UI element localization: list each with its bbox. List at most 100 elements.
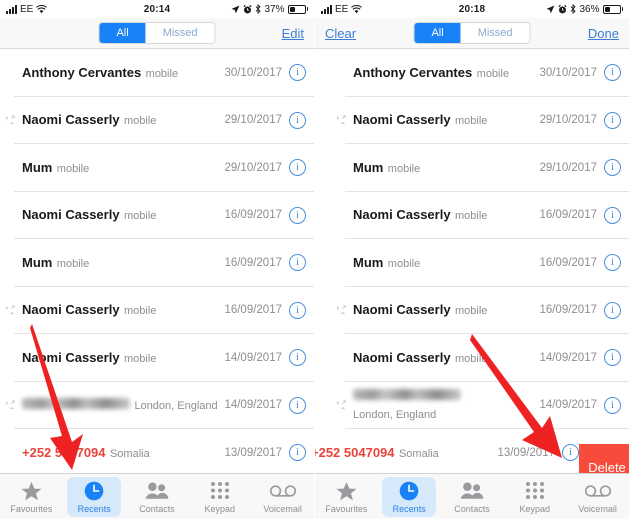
table-row[interactable]: +252 5047094 Somalia 13/09/2017 i <box>0 429 314 477</box>
table-row[interactable]: Naomi Casserly mobile 14/09/2017 i <box>315 334 629 382</box>
star-icon <box>21 480 42 502</box>
info-icon[interactable]: i <box>604 396 621 414</box>
contact-name: Naomi Casserly <box>353 112 451 128</box>
contact-name: +252 5047094 <box>315 444 395 460</box>
table-row[interactable]: London, England 14/09/2017 i <box>0 381 314 429</box>
info-icon[interactable]: i <box>604 254 621 272</box>
info-icon[interactable]: i <box>604 111 621 129</box>
info-icon[interactable]: i <box>289 301 306 319</box>
call-date: 16/09/2017 <box>539 209 597 222</box>
row-texts: Mum mobile <box>18 254 224 272</box>
contact-label: mobile <box>387 257 421 270</box>
table-row[interactable]: Mum mobile 29/10/2017 i <box>0 144 314 192</box>
info-icon[interactable]: i <box>604 206 621 224</box>
call-date: 30/10/2017 <box>224 66 282 79</box>
table-row[interactable]: Anthony Cervantes mobile 30/10/2017 i <box>315 49 629 97</box>
segment-all[interactable]: All <box>99 23 146 43</box>
tab-recents[interactable]: Recents <box>63 474 126 519</box>
recents-list: Anthony Cervantes mobile 30/10/2017 i Na… <box>0 49 314 477</box>
segment-missed[interactable]: Missed <box>145 23 215 43</box>
outgoing-call-icon <box>333 305 349 315</box>
call-filter-segmented-control[interactable]: All Missed <box>413 22 531 44</box>
table-row[interactable]: Naomi Casserly mobile 16/09/2017 i <box>315 191 629 239</box>
table-row[interactable]: Naomi Casserly mobile 16/09/2017 i <box>0 286 314 334</box>
table-row[interactable]: Anthony Cervantes mobile 30/10/2017 i <box>0 49 314 97</box>
tab-contacts[interactable]: Contacts <box>441 474 504 519</box>
call-date: 14/09/2017 <box>539 351 597 364</box>
call-date: 14/09/2017 <box>539 399 597 412</box>
tab-contacts[interactable]: Contacts <box>126 474 189 519</box>
info-icon[interactable]: i <box>289 254 306 272</box>
contact-name: Naomi Casserly <box>353 349 451 365</box>
keypad-icon <box>210 480 230 502</box>
battery-icon <box>602 4 623 14</box>
voicemail-icon <box>584 480 611 502</box>
contact-label: mobile <box>455 352 488 365</box>
info-icon[interactable]: i <box>289 444 306 462</box>
info-icon[interactable]: i <box>604 64 621 82</box>
table-row[interactable]: Mum mobile 16/09/2017 i <box>0 239 314 287</box>
row-texts: Naomi Casserly mobile <box>349 206 539 224</box>
row-texts: Naomi Casserly mobile <box>18 111 224 129</box>
edit-button[interactable]: Edit <box>282 26 304 41</box>
info-icon[interactable]: i <box>289 159 306 177</box>
tab-keypad[interactable]: Keypad <box>188 474 251 519</box>
tab-voicemail[interactable]: Voicemail <box>566 474 629 519</box>
row-texts: +252 5047094 Somalia <box>315 444 497 462</box>
clear-button[interactable]: Clear <box>325 26 356 41</box>
tab-bar: Favourites Recents Contacts Keypad Voice… <box>0 473 314 519</box>
tab-keypad[interactable]: Keypad <box>503 474 566 519</box>
call-date: 16/09/2017 <box>224 209 282 222</box>
tab-favourites[interactable]: Favourites <box>0 474 63 519</box>
info-icon[interactable]: i <box>604 159 621 177</box>
row-texts: Naomi Casserly mobile <box>349 301 539 319</box>
status-bar-right: 37% <box>231 4 308 15</box>
info-icon[interactable]: i <box>289 64 306 82</box>
row-content: +252 5047094 Somalia 13/09/2017 i Delete <box>315 443 629 492</box>
table-row[interactable]: Naomi Casserly mobile 29/10/2017 i <box>315 96 629 144</box>
tab-label: Recents <box>77 503 111 514</box>
location-arrow-icon <box>231 5 240 14</box>
info-icon[interactable]: i <box>562 444 579 462</box>
row-texts: Naomi Casserly mobile <box>349 111 539 129</box>
call-filter-segmented-control[interactable]: All Missed <box>98 22 216 44</box>
contact-label: mobile <box>56 257 90 270</box>
row-texts: London, England <box>18 396 224 414</box>
segment-all[interactable]: All <box>414 23 461 43</box>
tab-favourites[interactable]: Favourites <box>315 474 378 519</box>
table-row[interactable]: Mum mobile 29/10/2017 i <box>315 144 629 192</box>
table-row-swiped[interactable]: +252 5047094 Somalia 13/09/2017 i Delete <box>315 429 629 492</box>
contact-name: Anthony Cervantes <box>22 64 142 80</box>
info-icon[interactable]: i <box>604 301 621 319</box>
bluetooth-icon <box>255 4 262 14</box>
row-texts: Mum mobile <box>349 254 539 272</box>
alarm-clock-icon <box>558 4 567 14</box>
done-button[interactable]: Done <box>588 26 619 41</box>
voicemail-icon <box>269 480 296 502</box>
table-row[interactable]: Mum mobile 16/09/2017 i <box>315 239 629 287</box>
table-row[interactable]: Naomi Casserly mobile 14/09/2017 i <box>0 334 314 382</box>
info-icon[interactable]: i <box>289 111 306 129</box>
contact-name: Naomi Casserly <box>22 302 120 318</box>
table-row[interactable]: Naomi Casserly mobile 16/09/2017 i <box>315 286 629 334</box>
status-bar: EE 20:14 37% <box>0 0 314 18</box>
contact-name: Naomi Casserly <box>353 207 451 223</box>
contact-label: mobile <box>455 305 488 318</box>
segment-missed[interactable]: Missed <box>460 23 530 43</box>
info-icon[interactable]: i <box>604 349 621 367</box>
contact-name: Mum <box>22 254 53 270</box>
outgoing-call-icon <box>333 115 349 125</box>
info-icon[interactable]: i <box>289 206 306 224</box>
table-row[interactable]: Naomi Casserly mobile 16/09/2017 i <box>0 191 314 239</box>
info-icon[interactable]: i <box>289 349 306 367</box>
tab-recents[interactable]: Recents <box>378 474 441 519</box>
contact-name: Naomi Casserly <box>353 302 451 318</box>
phone-screen-left: EE 20:14 37% All Missed Edit Anthony Cer… <box>0 0 314 519</box>
tab-voicemail[interactable]: Voicemail <box>251 474 314 519</box>
table-row[interactable]: Naomi Casserly mobile 29/10/2017 i <box>0 96 314 144</box>
info-icon[interactable]: i <box>289 396 306 414</box>
nav-bar: All Missed Edit <box>0 18 314 49</box>
battery-percent-label: 37% <box>264 3 285 15</box>
tab-label: Favourites <box>325 503 368 514</box>
table-row[interactable]: London, England 14/09/2017 i <box>315 381 629 429</box>
